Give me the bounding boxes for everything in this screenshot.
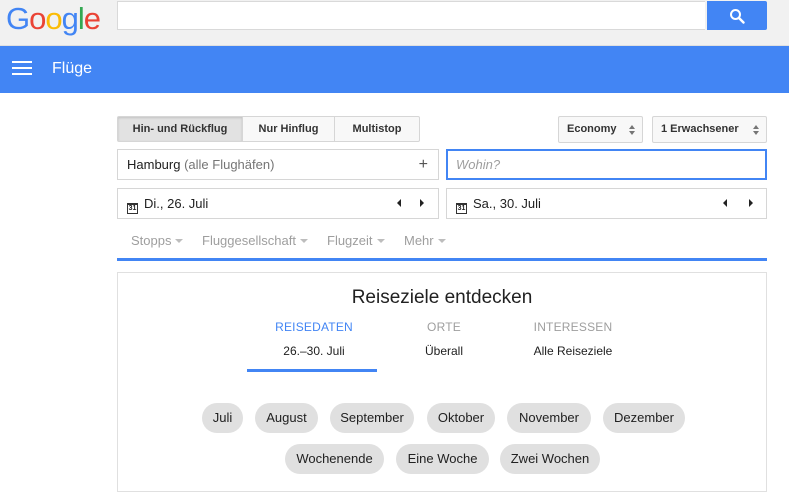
calendar-icon: 31 (127, 203, 138, 214)
filter-label: Stopps (131, 233, 172, 248)
trip-type-multistop[interactable]: Multistop (334, 116, 420, 142)
destination-placeholder: Wohin? (456, 157, 501, 172)
caret-down-icon (376, 239, 385, 243)
chip-duration[interactable]: Zwei Wochen (500, 444, 600, 474)
tab-places[interactable]: ORTE Überall (379, 320, 509, 358)
calendar-icon: 31 (456, 203, 467, 214)
chip-month[interactable]: August (255, 403, 318, 433)
next-day-arrow-icon[interactable] (420, 199, 424, 207)
return-date-value: Sa., 30. Juli (473, 196, 541, 211)
depart-date-field[interactable]: 31 Di., 26. Juli (117, 188, 439, 219)
filter-label: Mehr (404, 233, 434, 248)
google-top-bar: Google (0, 0, 789, 46)
search-button[interactable] (707, 1, 767, 30)
origin-qualifier: (alle Flughäfen) (184, 157, 275, 172)
cabin-class-value: Economy (567, 123, 617, 135)
depart-date-value: Di., 26. Juli (144, 196, 209, 211)
destination-field[interactable]: Wohin? (446, 149, 767, 180)
filter-airline[interactable]: Fluggesellschaft (202, 233, 308, 248)
cabin-class-select[interactable]: Economy (558, 116, 643, 143)
chip-month[interactable]: Oktober (427, 403, 495, 433)
search-icon (730, 8, 745, 24)
caret-down-icon (437, 239, 446, 243)
chip-duration[interactable]: Wochenende (285, 444, 384, 474)
filter-flight-time[interactable]: Flugzeit (327, 233, 385, 248)
chip-month[interactable]: Dezember (603, 403, 685, 433)
previous-day-arrow-icon[interactable] (397, 199, 401, 207)
return-date-field[interactable]: 31 Sa., 30. Juli (446, 188, 767, 219)
tab-value: Alle Reiseziele (533, 344, 613, 358)
tab-value: 26.–30. Juli (283, 344, 345, 358)
chip-month[interactable]: November (507, 403, 591, 433)
tab-travel-dates[interactable]: REISEDATEN 26.–30. Juli (249, 320, 379, 358)
tab-value: Überall (424, 344, 463, 358)
next-day-arrow-icon[interactable] (749, 199, 753, 207)
active-tab-indicator (247, 369, 377, 372)
divider-rule (117, 258, 767, 261)
logo-letter: o (29, 1, 46, 36)
trip-type-roundtrip[interactable]: Hin- und Rückflug (117, 116, 243, 142)
chip-month[interactable]: Juli (202, 403, 243, 433)
passengers-value: 1 Erwachsener (661, 123, 739, 135)
filter-stops[interactable]: Stopps (131, 233, 184, 248)
google-logo[interactable]: Google (6, 1, 101, 37)
passengers-select[interactable]: 1 Erwachsener (652, 116, 767, 143)
logo-letter: g (61, 1, 79, 36)
logo-letter: e (83, 1, 101, 36)
filter-more[interactable]: Mehr (404, 233, 446, 248)
tab-heading: ORTE (427, 320, 461, 334)
flights-app-bar: Flüge (0, 46, 789, 93)
app-title: Flüge (52, 60, 93, 77)
caret-down-icon (299, 239, 308, 243)
up-down-arrows-icon (753, 125, 759, 135)
hamburger-menu-icon[interactable] (12, 61, 32, 77)
filter-label: Fluggesellschaft (202, 233, 296, 248)
add-origin-icon[interactable]: + (419, 150, 428, 179)
chip-duration[interactable]: Eine Woche (396, 444, 489, 474)
previous-day-arrow-icon[interactable] (723, 199, 727, 207)
trip-type-oneway[interactable]: Nur Hinflug (242, 116, 335, 142)
logo-letter: G (6, 1, 30, 36)
up-down-arrows-icon (629, 125, 635, 135)
logo-letter: o (45, 1, 62, 36)
origin-city: Hamburg (127, 157, 181, 172)
panel-title: Reiseziele entdecken (351, 287, 533, 308)
chip-month[interactable]: September (330, 403, 414, 433)
origin-field[interactable]: Hamburg (alle Flughäfen) + (117, 149, 439, 180)
filter-label: Flugzeit (327, 233, 373, 248)
explore-destinations-panel: Reiseziele entdecken REISEDATEN 26.–30. … (117, 272, 767, 492)
tab-heading: INTERESSEN (533, 320, 613, 334)
search-input[interactable] (117, 1, 705, 30)
tab-interests[interactable]: INTERESSEN Alle Reiseziele (508, 320, 638, 358)
tab-heading: REISEDATEN (275, 320, 353, 334)
caret-down-icon (175, 239, 184, 243)
